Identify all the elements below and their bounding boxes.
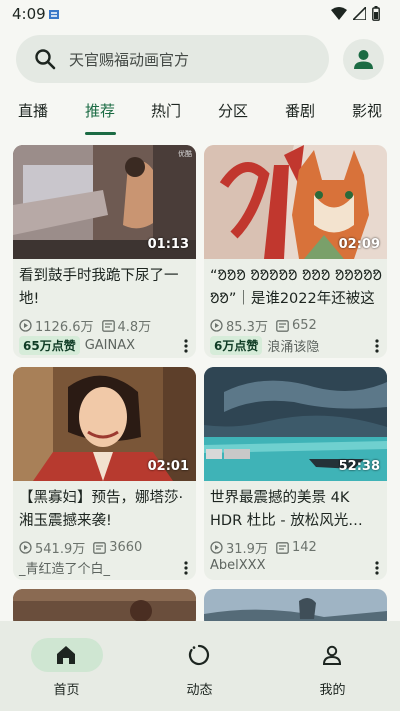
video-title[interactable]: 世界最震撼的美景 4K HDR 杜比 - 放松风光… xyxy=(210,487,382,533)
author-row: AbelXXX xyxy=(210,558,265,573)
profile-button[interactable] xyxy=(343,39,384,80)
author-row: _青红造了个白_ xyxy=(19,558,110,577)
nav-label-activity: 动态 xyxy=(186,683,213,698)
tab-recommended[interactable]: 推荐 xyxy=(85,100,115,121)
video-thumbnail[interactable]: 02:09 xyxy=(204,145,387,259)
search-placeholder: 天官赐福动画官方 xyxy=(69,51,190,69)
author-name[interactable]: 浪涌该隐 xyxy=(267,336,319,355)
profile-icon xyxy=(322,645,342,665)
video-stats: 31.9万 142 xyxy=(210,538,317,557)
activity-icon xyxy=(188,644,210,666)
video-title[interactable]: 【黑寡妇】预告，娜塔莎·湘玉震撼来袭! xyxy=(19,487,191,533)
likes-badge: 6万点赞 xyxy=(210,336,263,355)
tab-indicator xyxy=(85,132,116,135)
video-thumbnail[interactable]: 02:01 xyxy=(13,367,196,481)
video-stats: 1126.6万 4.8万 xyxy=(19,316,151,335)
video-title[interactable]: 看到鼓手时我跪下尿了一地! xyxy=(19,265,191,311)
video-duration: 02:09 xyxy=(338,237,380,252)
user-icon xyxy=(354,50,373,69)
play-count-icon xyxy=(210,541,223,554)
nav-home[interactable]: 首页 xyxy=(0,621,133,711)
app-notification-icon xyxy=(49,10,59,19)
video-card[interactable]: 52:38 世界最震撼的美景 4K HDR 杜比 - 放松风光… 31.9万 1… xyxy=(204,367,387,580)
cellular-icon xyxy=(353,7,366,20)
nav-label-profile: 我的 xyxy=(319,683,346,698)
danmaku-icon xyxy=(93,541,107,554)
nav-label-home: 首页 xyxy=(53,683,80,698)
home-icon xyxy=(57,646,75,664)
tab-popular[interactable]: 热门 xyxy=(151,100,181,121)
author-name[interactable]: GAINAX xyxy=(85,338,135,353)
more-options-icon[interactable] xyxy=(375,339,379,353)
nav-activity[interactable]: 动态 xyxy=(133,621,266,711)
video-thumbnail[interactable]: 优酷 01:13 xyxy=(13,145,196,259)
nav-profile[interactable]: 我的 xyxy=(266,621,399,711)
play-count-icon xyxy=(19,541,32,554)
tab-categories[interactable]: 分区 xyxy=(218,100,248,121)
video-stats: 85.3万 652 xyxy=(210,316,317,335)
battery-icon xyxy=(372,6,380,21)
video-stats: 541.9万 3660 xyxy=(19,538,142,557)
video-duration: 01:13 xyxy=(147,237,189,252)
author-name[interactable]: _青红造了个白_ xyxy=(19,558,110,577)
danmaku-count: 3660 xyxy=(109,540,143,555)
status-bar: 4:09 xyxy=(0,0,400,30)
video-title[interactable]: “ᱚᱚᱚ ᱚᱚᱚᱚᱚ ᱚᱚᱚ ᱚᱚᱚᱚᱚ ᱚᱚ”｜是谁2022年还被这只… xyxy=(210,265,382,311)
video-thumbnail[interactable]: 52:38 xyxy=(204,367,387,481)
video-card[interactable]: 02:09 “ᱚᱚᱚ ᱚᱚᱚᱚᱚ ᱚᱚᱚ ᱚᱚᱚᱚᱚ ᱚᱚ”｜是谁2022年还被… xyxy=(204,145,387,358)
play-count-icon xyxy=(19,319,32,332)
author-name[interactable]: AbelXXX xyxy=(210,558,265,573)
tab-movies[interactable]: 影视 xyxy=(352,100,382,121)
wifi-icon xyxy=(331,7,347,20)
tab-anime[interactable]: 番剧 xyxy=(285,100,315,121)
video-card[interactable]: 优酷 01:13 看到鼓手时我跪下尿了一地! 1126.6万 4.8万 65万点… xyxy=(13,145,196,358)
danmaku-count: 142 xyxy=(291,540,317,555)
play-count-icon xyxy=(210,319,223,332)
danmaku-icon xyxy=(101,319,115,332)
view-count: 85.3万 xyxy=(226,320,268,335)
danmaku-icon xyxy=(276,319,289,332)
video-duration: 52:38 xyxy=(338,459,380,474)
view-count: 1126.6万 xyxy=(35,320,94,335)
more-options-icon[interactable] xyxy=(375,561,379,575)
likes-badge: 65万点赞 xyxy=(19,336,80,355)
author-row: 6万点赞 浪涌该隐 xyxy=(210,336,319,355)
view-count: 31.9万 xyxy=(226,542,268,557)
tab-live[interactable]: 直播 xyxy=(18,100,48,121)
search-icon xyxy=(35,49,56,70)
bottom-navigation: 首页 动态 我的 xyxy=(0,621,400,711)
category-tabs: 直播 推荐 热门 分区 番剧 影视 xyxy=(0,92,400,136)
author-row: 65万点赞 GAINAX xyxy=(19,336,135,355)
video-card[interactable]: 02:01 【黑寡妇】预告，娜塔莎·湘玉震撼来袭! 541.9万 3660 _青… xyxy=(13,367,196,580)
status-time: 4:09 xyxy=(12,5,46,23)
video-duration: 02:01 xyxy=(147,459,189,474)
danmaku-icon xyxy=(276,541,289,554)
danmaku-count: 652 xyxy=(291,318,317,333)
watermark: 优酷 xyxy=(178,150,192,158)
more-options-icon[interactable] xyxy=(184,339,188,353)
more-options-icon[interactable] xyxy=(184,561,188,575)
danmaku-count: 4.8万 xyxy=(117,320,152,335)
view-count: 541.9万 xyxy=(35,542,86,557)
search-bar[interactable]: 天官赐福动画官方 xyxy=(16,35,329,83)
